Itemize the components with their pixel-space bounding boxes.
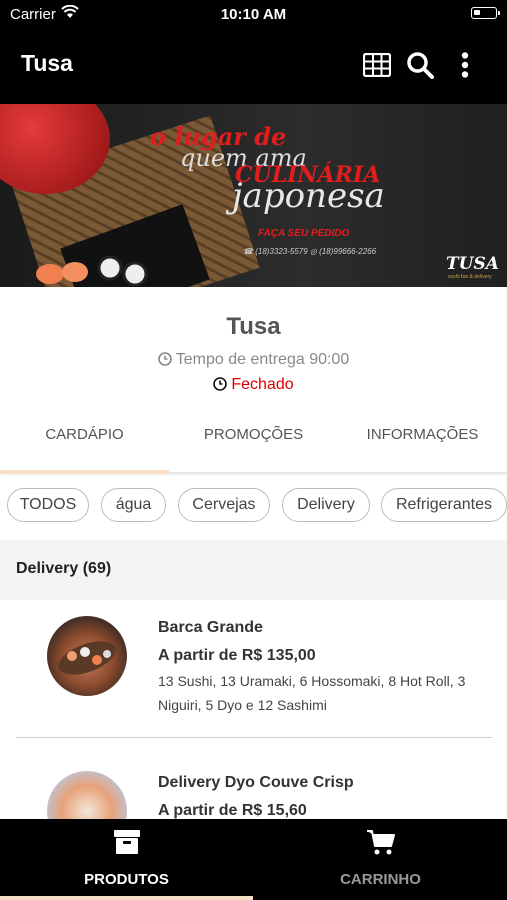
- banner-brand-logo: TUSA: [446, 254, 499, 274]
- tab-promocoes[interactable]: PROMOÇÕES: [169, 426, 338, 443]
- status-label: Fechado: [231, 376, 294, 393]
- product-description: 13 Sushi, 13 Uramaki, 6 Hossomaki, 8 Hot…: [158, 673, 466, 713]
- chip-delivery[interactable]: Delivery: [282, 488, 370, 522]
- battery-icon: [471, 7, 500, 19]
- app-title: Tusa: [21, 50, 73, 76]
- cart-icon: [367, 830, 395, 855]
- tab-informacoes[interactable]: INFORMAÇÕES: [338, 426, 507, 443]
- grid-icon[interactable]: [362, 50, 392, 80]
- tab-bar: CARDÁPIO PROMOÇÕES INFORMAÇÕES: [0, 410, 507, 474]
- product-name: Delivery Dyo Couve Crisp: [158, 774, 354, 791]
- active-nav-indicator: [0, 896, 253, 900]
- nav-produtos[interactable]: PRODUTOS: [0, 819, 253, 900]
- banner-brand-sub: sushi bar & delivery: [448, 274, 492, 280]
- product-price: A partir de R$ 135,00: [158, 647, 316, 664]
- delivery-time: Tempo de entrega 90:00: [0, 351, 507, 369]
- promo-banner: o lugar de quem ama CULINÁRIA japonesa F…: [0, 104, 507, 287]
- more-vertical-icon[interactable]: [450, 50, 480, 80]
- product-item[interactable]: Barca Grande A partir de R$ 135,00 13 Su…: [0, 600, 507, 737]
- sushi-image: [36, 255, 148, 287]
- nav-label: CARRINHO: [340, 871, 421, 888]
- search-icon[interactable]: [405, 50, 435, 80]
- clock-time: 10:10 AM: [220, 6, 287, 23]
- product-image: [47, 771, 127, 819]
- chip-agua[interactable]: água: [101, 488, 166, 522]
- active-tab-indicator: [0, 470, 169, 474]
- nav-carrinho[interactable]: CARRINHO: [254, 819, 507, 900]
- product-price: A partir de R$ 15,60: [158, 802, 307, 819]
- banner-slogan-line4: japonesa: [232, 176, 385, 216]
- open-status: Fechado: [0, 376, 507, 394]
- banner-phone1: (18)3323-5579: [255, 247, 308, 256]
- delivery-time-label: Tempo de entrega 90:00: [175, 351, 350, 368]
- banner-phone2: (18)99666-2266: [319, 247, 377, 256]
- product-item[interactable]: Delivery Dyo Couve Crisp A partir de R$ …: [0, 738, 507, 819]
- banner-phones: ☎ (18)3323-5579 ◎ (18)99666-2266: [243, 247, 376, 256]
- phone-icon: ☎: [243, 247, 253, 256]
- nav-label: PRODUTOS: [84, 871, 169, 888]
- archive-box-icon: [114, 830, 140, 854]
- section-header: Delivery (69): [0, 540, 507, 600]
- product-name: Barca Grande: [158, 619, 263, 636]
- banner-order-text: FAÇA SEU PEDIDO: [258, 228, 350, 239]
- whatsapp-icon: ◎: [309, 247, 317, 256]
- restaurant-name: Tusa: [226, 313, 281, 340]
- category-filter: TODOS água Cervejas Delivery Refrigerant…: [0, 488, 507, 526]
- section-label: Delivery (69): [16, 560, 112, 577]
- product-image: [47, 616, 127, 696]
- clock-icon: [213, 377, 228, 391]
- clock-icon: [157, 352, 172, 366]
- app-bar: Tusa: [0, 28, 507, 104]
- chip-cervejas[interactable]: Cervejas: [178, 488, 270, 522]
- chip-todos[interactable]: TODOS: [7, 488, 89, 522]
- chip-refrigerantes[interactable]: Refrigerantes: [381, 488, 507, 522]
- tab-cardapio[interactable]: CARDÁPIO: [0, 426, 169, 443]
- status-bar: Carrier 10:10 AM: [0, 0, 507, 28]
- bottom-nav: PRODUTOS CARRINHO: [0, 819, 507, 900]
